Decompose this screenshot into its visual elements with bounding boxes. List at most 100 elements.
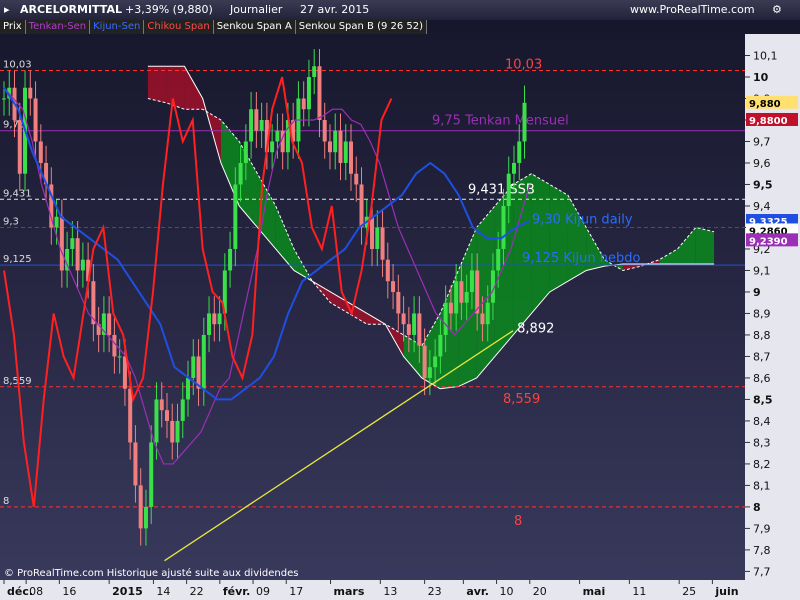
candle-body: [511, 162, 516, 174]
candle-body: [517, 141, 522, 163]
candle-body: [207, 313, 212, 335]
candle-body: [306, 76, 311, 110]
y-tick-label: 9,4: [753, 200, 771, 213]
candle-body: [217, 313, 222, 325]
x-tick-label: 10: [500, 585, 514, 598]
price-tag-label: 9,8800: [749, 116, 788, 127]
candle-body: [485, 302, 490, 325]
candle-body: [80, 259, 85, 271]
candle-body: [249, 109, 254, 142]
y-tick-label: 9,6: [753, 157, 771, 170]
x-tick-label: 16: [62, 585, 76, 598]
legend-item-kijun[interactable]: Kijun-Sen: [90, 20, 145, 34]
chart-window: 7,7 7,8 7,9 8 8,1 8,2 8,3 8,4 8,5 8,6 8,7 8,8 8,9 9 9,…: [0, 0, 800, 600]
y-tick-label: 8,1: [753, 479, 771, 492]
level-left-label: 9,3: [3, 216, 19, 227]
candle-body: [349, 141, 354, 174]
candle-body: [448, 302, 453, 314]
candle-body: [417, 313, 422, 346]
candle-body: [412, 313, 417, 335]
y-tick-label: 7,7: [753, 565, 771, 578]
candle-body: [154, 399, 159, 443]
candle-body: [259, 119, 264, 131]
candle-body: [401, 313, 406, 325]
candle-body: [380, 227, 385, 260]
candle-body: [496, 248, 501, 271]
price-chart[interactable]: 7,7 7,8 7,9 8 8,1 8,2 8,3 8,4 8,5 8,6 8,7 8,8 8,9 9 9,…: [0, 0, 800, 600]
candle-body: [375, 227, 380, 249]
trendline-label: 8,892: [517, 322, 554, 337]
candle-body: [422, 345, 427, 378]
level-annotation: 8: [514, 514, 522, 529]
y-tick-label: 10,1: [753, 49, 778, 62]
indicator-legend: Prix Tenkan-Sen Kijun-Sen Chikou Span Se…: [0, 20, 428, 34]
legend-item-senkou-b[interactable]: Senkou Span B (9 26 52): [295, 20, 428, 34]
legend-item-senkou-a[interactable]: Senkou Span A: [213, 20, 296, 34]
candle-body: [254, 109, 259, 131]
candle-body: [443, 302, 448, 335]
candle-body: [522, 102, 527, 142]
collapse-icon[interactable]: ▸: [4, 3, 10, 16]
y-tick-label: 8,7: [753, 350, 771, 363]
candle-body: [433, 356, 438, 368]
y-tick-label: 8,9: [753, 307, 771, 320]
x-tick-label: juin: [714, 585, 738, 598]
level-left-label: 8: [3, 496, 9, 507]
symbol-name: ARCELORMITTAL: [20, 3, 122, 16]
period: Journalier: [230, 3, 283, 16]
site-link[interactable]: www.ProRealTime.com: [630, 3, 755, 16]
candle-body: [406, 324, 411, 335]
candle-body: [396, 291, 401, 314]
level-annotation: 9,30 Kijun daily: [532, 212, 633, 227]
x-tick-label: 11: [632, 585, 646, 598]
candle-body: [270, 141, 275, 153]
cloud-segment: [549, 184, 568, 292]
x-tick-label: 17: [289, 585, 303, 598]
x-tick-label: 20: [533, 585, 547, 598]
candle-body: [75, 238, 80, 271]
candle-body: [238, 162, 243, 185]
candle-body: [112, 334, 117, 357]
candle-body: [354, 173, 359, 185]
candle-body: [159, 399, 164, 411]
candle-body: [338, 130, 343, 163]
candle-body: [427, 367, 432, 378]
y-tick-label: 9,1: [753, 264, 771, 277]
candle-body: [107, 313, 112, 335]
candle-body: [149, 442, 154, 507]
legend-item-chikou[interactable]: Chikou Span: [144, 20, 214, 34]
candle-body: [327, 141, 332, 153]
candle-body: [322, 119, 327, 142]
candle-body: [201, 334, 206, 389]
candle-body: [128, 388, 133, 443]
level-left-label: 10,03: [3, 60, 32, 71]
candle-body: [312, 66, 317, 77]
cloud-segment: [147, 66, 167, 103]
candle-body: [170, 420, 175, 443]
candle-body: [2, 98, 6, 100]
settings-icon[interactable]: ⚙: [772, 3, 782, 16]
y-tick-label: 9: [753, 286, 761, 299]
candle-body: [180, 399, 185, 421]
candle-body: [317, 66, 322, 120]
candle-body: [17, 119, 22, 174]
level-left-label: 9,125: [3, 254, 32, 265]
y-tick-label: 7,9: [753, 522, 771, 535]
candle-body: [164, 410, 169, 421]
candle-body: [370, 216, 375, 249]
candle-body: [301, 98, 306, 110]
price-tag-label: 9,880: [749, 99, 781, 110]
x-tick-label: 22: [190, 585, 204, 598]
candle-body: [138, 485, 143, 529]
y-tick-label: 9,7: [753, 135, 771, 148]
y-tick-label: 9,5: [753, 178, 773, 191]
candle-body: [464, 291, 469, 303]
legend-item-price[interactable]: Prix: [0, 20, 26, 34]
y-tick-label: 10: [753, 71, 769, 84]
x-tick-label: févr.: [223, 585, 250, 598]
candle-body: [501, 205, 506, 249]
level-annotation: 9,431 SSB: [468, 182, 535, 197]
y-tick-label: 7,8: [753, 544, 771, 557]
candle-body: [391, 281, 396, 292]
legend-item-tenkan[interactable]: Tenkan-Sen: [25, 20, 91, 34]
